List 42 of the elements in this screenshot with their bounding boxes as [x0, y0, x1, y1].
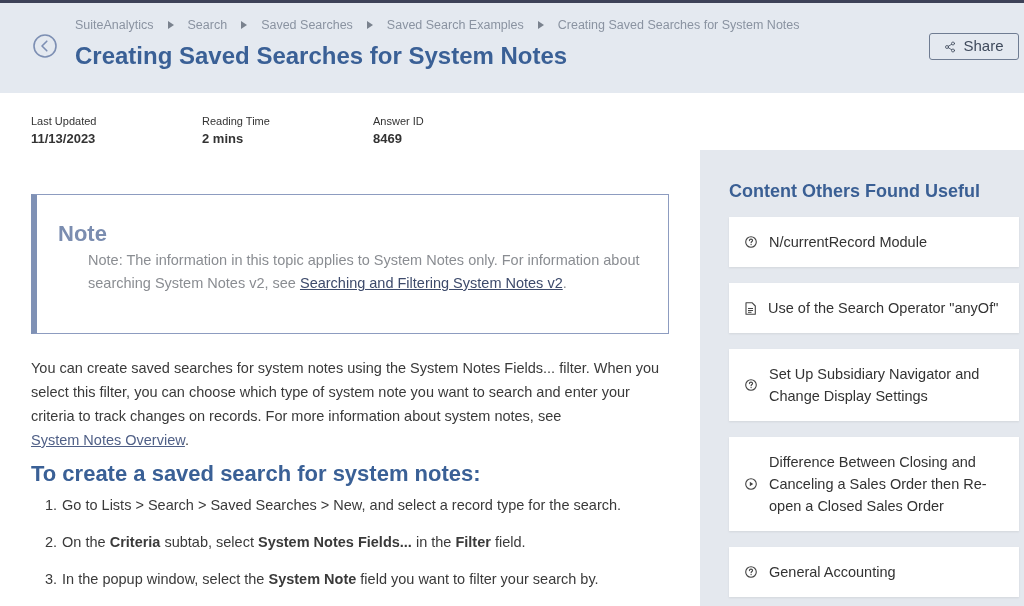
triangle-right-icon	[241, 21, 248, 29]
intro-paragraph: You can create saved searches for system notes using the System Notes Fields... filter. When you select this filter, you can choose which type of system note you want to search and enter your criteria to track changes on records. For more information about system notes, see System Notes Overview.	[31, 359, 661, 450]
note-link[interactable]: Searching and Filtering System Notes v2	[299, 275, 563, 291]
related-article-card[interactable]: N/currentRecord Module	[729, 217, 1019, 267]
step-text: Go to Lists > Search > Saved Searches > New, and select a record type for the search.	[62, 496, 622, 515]
back-icon[interactable]	[33, 34, 57, 58]
share-icon	[944, 40, 957, 53]
step-number: 3.	[45, 570, 58, 589]
meta-value: 2 mins	[202, 130, 245, 148]
meta-label: Reading Time	[202, 114, 271, 129]
triangle-right-icon	[167, 21, 174, 29]
meta-value: 8469	[373, 130, 403, 148]
step-text: On the Criteria subtab, select System Notes Fields... in the Filter field.	[62, 533, 526, 552]
article-title: Set Up Subsidiary Navigator and Change Display Settings	[769, 365, 981, 406]
page-title: Creating Saved Searches for System Notes	[75, 41, 569, 71]
triangle-right-icon	[537, 21, 544, 29]
related-article-card[interactable]: Difference Between Closing and Canceling a Sales Order then Re-open a Closed Sales Order	[729, 437, 1019, 531]
question-circle-icon	[745, 379, 757, 391]
related-article-card[interactable]: Set Up Subsidiary Navigator and Change Display Settings	[729, 349, 1019, 421]
meta-value: 11/13/2023	[31, 130, 97, 148]
note-text: Note: The information in this topic applies to System Notes only. For information about searching System Notes v2, see Searching and Filtering System Notes v2.	[88, 251, 641, 293]
procedure-heading: To create a saved search for system notes:	[31, 460, 482, 488]
related-article-card[interactable]: Use of the Search Operator "anyOf"	[729, 283, 1019, 333]
note-title: Note	[58, 220, 108, 248]
triangle-right-icon	[366, 21, 373, 29]
share-button[interactable]: Share	[929, 33, 1019, 60]
step-number: 1.	[45, 496, 58, 515]
step-number: 2.	[45, 533, 58, 552]
article-title: N/currentRecord Module	[769, 233, 927, 252]
related-article-card[interactable]: General Accounting	[729, 547, 1019, 597]
intro-link[interactable]: System Notes Overview	[31, 432, 185, 448]
article-title: Use of the Search Operator "anyOf"	[768, 299, 999, 318]
question-circle-icon	[745, 236, 757, 248]
play-circle-icon	[745, 478, 757, 490]
step-text: In the popup window, select the System Note field you want to filter your search by.	[62, 570, 599, 589]
article-title: Difference Between Closing and Canceling a Sales Order then Re-open a Closed Sales Order	[769, 453, 988, 516]
sidebar-heading: Content Others Found Useful	[729, 180, 981, 203]
meta-label: Answer ID	[373, 114, 425, 129]
article-title: General Accounting	[769, 563, 896, 582]
document-icon	[745, 301, 756, 315]
meta-label: Last Updated	[31, 114, 98, 129]
question-circle-icon	[745, 566, 757, 578]
